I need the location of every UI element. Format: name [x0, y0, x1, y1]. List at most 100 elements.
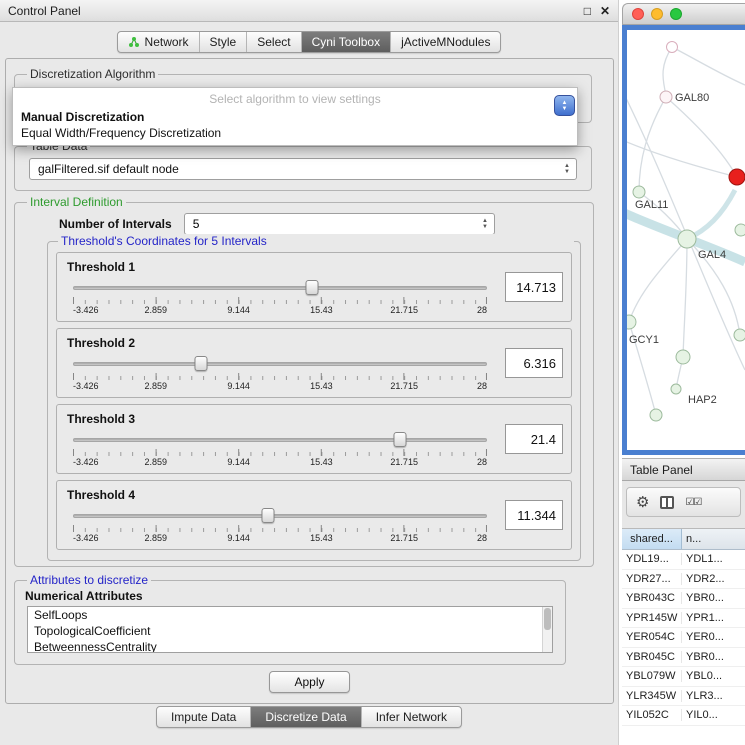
- tick-major: [73, 373, 487, 380]
- table-cell[interactable]: YBL079W: [622, 670, 682, 682]
- gear-icon[interactable]: ⚙: [636, 495, 649, 510]
- slider-thumb[interactable]: [305, 280, 318, 295]
- table-cell[interactable]: YBR043C: [622, 592, 682, 604]
- network-node[interactable]: [650, 409, 662, 421]
- tab-select[interactable]: Select: [246, 32, 300, 52]
- scale-label: 21.715: [390, 381, 418, 391]
- column-header[interactable]: shared...: [622, 529, 682, 549]
- network-node[interactable]: [735, 224, 745, 236]
- threshold-3-value-field[interactable]: 21.4: [505, 424, 563, 454]
- table-cell[interactable]: YER0...: [682, 631, 745, 643]
- network-node[interactable]: [676, 350, 690, 364]
- list-scrollbar[interactable]: [542, 607, 552, 652]
- slider-thumb[interactable]: [394, 432, 407, 447]
- slider-track[interactable]: [73, 362, 487, 366]
- table-cell[interactable]: YBR045C: [622, 651, 682, 663]
- table-cell[interactable]: YBR0...: [682, 592, 745, 604]
- slider-ticks: [73, 373, 487, 380]
- algorithm-combo-stepper[interactable]: ▲ ▼: [554, 95, 575, 116]
- threshold-2-value-field[interactable]: 6.316: [505, 348, 563, 378]
- table-row[interactable]: YDR27... YDR2...: [622, 570, 745, 590]
- stepper-down-icon: ▼: [564, 169, 570, 175]
- table-data-select[interactable]: galFiltered.sif default node ▲ ▼: [29, 158, 577, 180]
- list-scrollbar-thumb[interactable]: [544, 608, 551, 630]
- slider-track[interactable]: [73, 514, 487, 518]
- tab-select-label: Select: [257, 35, 290, 49]
- table-row[interactable]: YBR045C YBR0...: [622, 648, 745, 668]
- table-cell[interactable]: YLR3...: [682, 690, 745, 702]
- tab-impute-data[interactable]: Impute Data: [157, 707, 250, 727]
- network-node[interactable]: [734, 329, 745, 341]
- scale-label: 15.43: [310, 305, 333, 315]
- slider-track[interactable]: [73, 286, 487, 290]
- table-cell[interactable]: YER054C: [622, 631, 682, 643]
- stepper-down-icon: ▼: [482, 224, 488, 230]
- network-node[interactable]: [678, 230, 696, 248]
- slider-ticks: [73, 449, 487, 456]
- table-cell[interactable]: YPR145W: [622, 612, 682, 624]
- threshold-2-label: Threshold 2: [67, 336, 495, 350]
- table-row[interactable]: YDL19... YDL1...: [622, 550, 745, 570]
- tab-style[interactable]: Style: [199, 32, 247, 52]
- table-cell[interactable]: YDL19...: [622, 553, 682, 565]
- list-item[interactable]: BetweennessCentrality: [28, 639, 552, 653]
- slider-thumb[interactable]: [195, 356, 208, 371]
- tab-cyni-toolbox[interactable]: Cyni Toolbox: [301, 32, 390, 52]
- network-node[interactable]: [671, 384, 681, 394]
- network-window-titlebar[interactable]: [622, 3, 745, 25]
- close-window-button[interactable]: [632, 8, 644, 20]
- tab-infer-network[interactable]: Infer Network: [361, 707, 461, 727]
- column-header[interactable]: n...: [682, 529, 745, 549]
- float-window-icon[interactable]: □: [584, 4, 591, 18]
- scale-label: 2.859: [145, 457, 168, 467]
- network-node[interactable]: [660, 91, 672, 103]
- discretization-algorithm-legend: Discretization Algorithm: [27, 67, 158, 81]
- table-cell[interactable]: YDR27...: [622, 573, 682, 585]
- table-row[interactable]: YBL079W YBL0...: [622, 667, 745, 687]
- threshold-1-value-field[interactable]: 14.713: [505, 272, 563, 302]
- threshold-4-label: Threshold 4: [67, 488, 495, 502]
- minimize-window-button[interactable]: [651, 8, 663, 20]
- zoom-window-button[interactable]: [670, 8, 682, 20]
- table-cell[interactable]: YPR1...: [682, 612, 745, 624]
- table-row[interactable]: YLR345W YLR3...: [622, 687, 745, 707]
- attributes-list[interactable]: SelfLoops TopologicalCoefficient Between…: [27, 606, 553, 653]
- threshold-2-slider[interactable]: [73, 356, 487, 371]
- list-item[interactable]: SelfLoops: [28, 607, 552, 623]
- table-cell[interactable]: YBR0...: [682, 651, 745, 663]
- table-cell[interactable]: YDL1...: [682, 553, 745, 565]
- tab-network[interactable]: Network: [118, 32, 199, 52]
- table-cell[interactable]: YDR2...: [682, 573, 745, 585]
- tab-discretize-data[interactable]: Discretize Data: [250, 707, 360, 727]
- select-rows-icon[interactable]: ☑☑: [685, 497, 701, 508]
- network-node[interactable]: [627, 315, 636, 329]
- columns-icon[interactable]: [660, 496, 674, 509]
- network-node-selected[interactable]: [729, 169, 745, 185]
- threshold-3-slider[interactable]: [73, 432, 487, 447]
- bottom-tabs-segment: Impute Data Discretize Data Infer Networ…: [156, 706, 462, 728]
- threshold-1-box: Threshold 1 -3.426 2.859: [56, 252, 572, 322]
- table-cell[interactable]: YIL0...: [682, 709, 745, 721]
- network-node[interactable]: [667, 42, 678, 53]
- table-cell[interactable]: YIL052C: [622, 709, 682, 721]
- slider-thumb[interactable]: [261, 508, 274, 523]
- tab-jactivemnodules[interactable]: jActiveMNodules: [390, 32, 500, 52]
- table-cell[interactable]: YBL0...: [682, 670, 745, 682]
- threshold-4-value-field[interactable]: 11.344: [505, 500, 563, 530]
- table-row[interactable]: YBR043C YBR0...: [622, 589, 745, 609]
- threshold-4-slider[interactable]: [73, 508, 487, 523]
- table-row[interactable]: YIL052C YIL0...: [622, 706, 745, 726]
- apply-button[interactable]: Apply: [269, 671, 349, 693]
- number-of-intervals-spinner[interactable]: 5 ▲ ▼: [184, 213, 495, 235]
- slider-track[interactable]: [73, 438, 487, 442]
- close-icon[interactable]: ✕: [600, 4, 610, 18]
- table-row[interactable]: YER054C YER0...: [622, 628, 745, 648]
- dropdown-item-equal-width[interactable]: Equal Width/Frequency Discretization: [13, 125, 577, 141]
- list-item[interactable]: TopologicalCoefficient: [28, 623, 552, 639]
- network-canvas[interactable]: GAL80 GAL11 GAL4 GCY1 HAP2: [622, 25, 745, 455]
- network-node[interactable]: [633, 186, 645, 198]
- dropdown-item-manual[interactable]: Manual Discretization: [13, 109, 577, 125]
- threshold-1-slider[interactable]: [73, 280, 487, 295]
- table-cell[interactable]: YLR345W: [622, 690, 682, 702]
- table-row[interactable]: YPR145W YPR1...: [622, 609, 745, 629]
